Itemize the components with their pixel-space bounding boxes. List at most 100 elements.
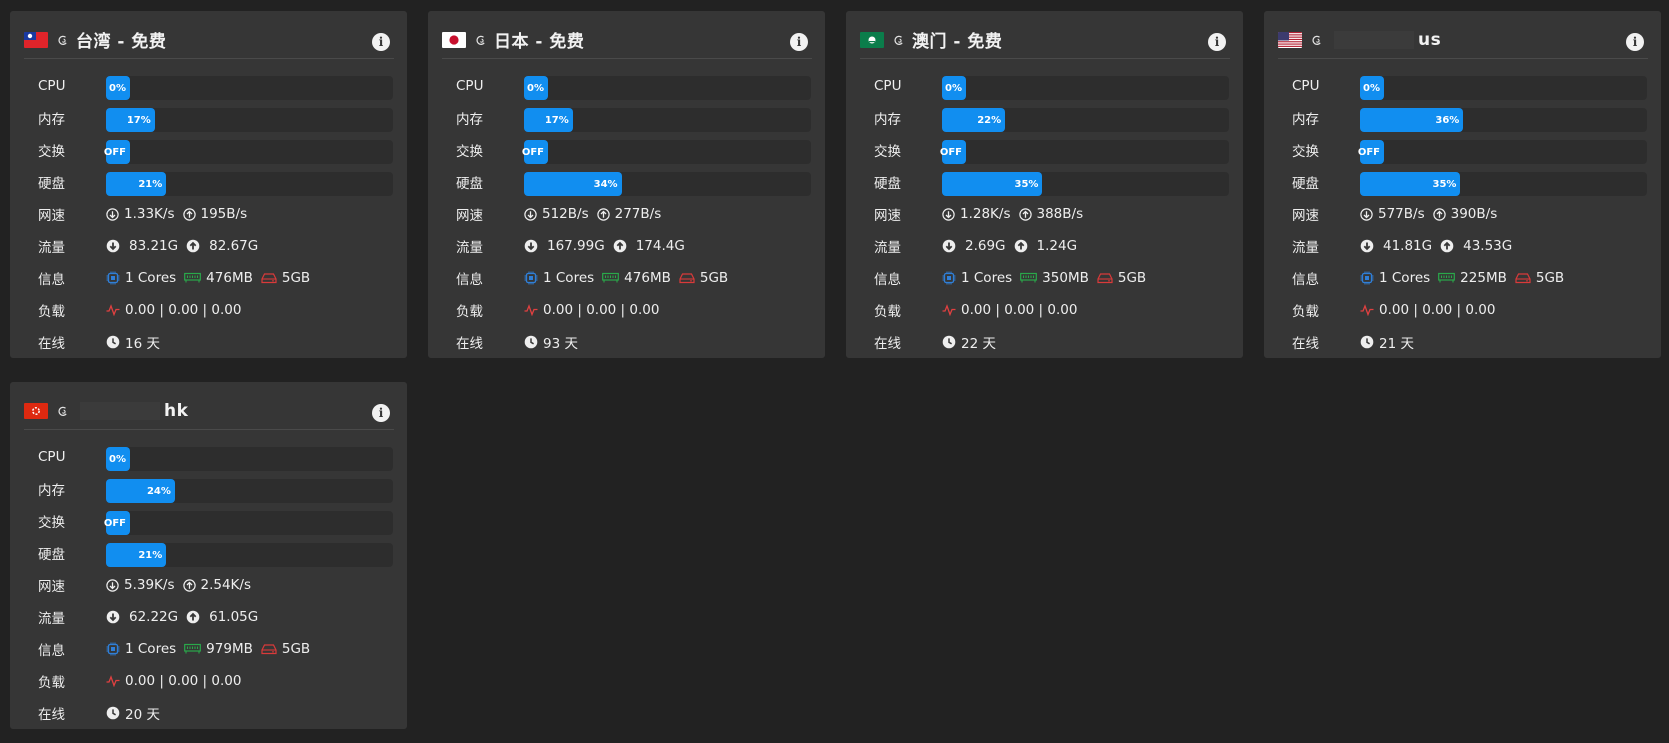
network-speed-row: 网速 1.28K/s 388B/s xyxy=(874,198,1229,230)
server-card: us i CPU 0% 内存 36% 交换 OFF 硬盘 35% 网速 577B/s 390B/s 流量 4… xyxy=(1264,11,1661,358)
swap-row: 交换 OFF xyxy=(38,134,393,166)
disk-row: 硬盘 21% xyxy=(38,537,393,569)
memory-module-icon xyxy=(602,272,620,284)
traffic-label: 流量 xyxy=(456,240,483,256)
disk-row: 硬盘 21% xyxy=(38,166,393,198)
server-card: 日本 - 免费 i CPU 0% 内存 17% 交换 OFF 硬盘 34% 网速 512B/s 277B… xyxy=(428,11,825,358)
hard-drive-icon xyxy=(261,272,277,284)
download-total: 62.22G xyxy=(129,609,179,625)
upload-speed: 2.54K/s xyxy=(200,577,252,593)
system-info-label: 信息 xyxy=(874,272,901,288)
load-average-row: 负载 0.00 | 0.00 | 0.00 xyxy=(456,294,811,326)
swap-row: 交换 OFF xyxy=(456,134,811,166)
disk-size: 5GB xyxy=(699,270,729,286)
arrow-down-circle-icon xyxy=(1360,239,1374,253)
network-speed-row: 网速 1.33K/s 195B/s xyxy=(38,198,393,230)
disk-label: 硬盘 xyxy=(874,176,901,192)
disk-size: 5GB xyxy=(1535,270,1565,286)
upload-total: 61.05G xyxy=(209,609,259,625)
swap-label: 交换 xyxy=(874,144,901,160)
system-info-label: 信息 xyxy=(456,272,483,288)
load-values: 0.00 | 0.00 | 0.00 xyxy=(961,302,1078,318)
traffic-row: 流量 2.69G 1.24G xyxy=(874,230,1229,262)
hard-drive-icon xyxy=(261,643,277,655)
uptime-value: 21 天 xyxy=(1379,336,1414,352)
hard-drive-icon xyxy=(1515,272,1531,284)
cpu-progress-bar: 0% xyxy=(524,76,811,100)
swap-progress-bar: OFF xyxy=(522,140,811,164)
redacted-name xyxy=(1334,30,1414,49)
network-speed-value: 1.28K/s 388B/s xyxy=(942,206,1083,222)
country-flag-icon xyxy=(860,31,884,48)
load-average-value: 0.00 | 0.00 | 0.00 xyxy=(942,302,1077,318)
disk-progress-fill: 35% xyxy=(942,172,1043,196)
debian-icon xyxy=(474,33,488,47)
memory-progress-bar: 17% xyxy=(106,108,393,132)
memory-row: 内存 24% xyxy=(38,473,393,505)
load-average-label: 负载 xyxy=(38,304,65,320)
info-icon[interactable]: i xyxy=(790,33,808,51)
arrow-down-circle-icon xyxy=(106,578,119,592)
uptime-row: 在线 21 天 xyxy=(1292,326,1647,358)
info-icon[interactable]: i xyxy=(372,404,390,422)
swap-label: 交换 xyxy=(38,515,65,531)
server-title: 日本 - 免费 xyxy=(494,32,585,52)
system-info-label: 信息 xyxy=(1292,272,1319,288)
arrow-down-circle-icon xyxy=(1360,207,1373,221)
cpu-label: CPU xyxy=(1292,78,1320,94)
cpu-progress-fill: 0% xyxy=(524,76,548,100)
load-values: 0.00 | 0.00 | 0.00 xyxy=(1379,302,1496,318)
arrow-down-circle-icon xyxy=(106,207,119,221)
server-title: 台湾 - 免费 xyxy=(76,32,167,52)
swap-label: 交换 xyxy=(456,144,483,160)
load-average-value: 0.00 | 0.00 | 0.00 xyxy=(106,673,241,689)
disk-progress-bar: 34% xyxy=(524,172,811,196)
load-average-row: 负载 0.00 | 0.00 | 0.00 xyxy=(38,665,393,697)
uptime-row: 在线 20 天 xyxy=(38,697,393,729)
system-info-value: 1 Cores 979MB 5GB xyxy=(106,641,310,657)
traffic-label: 流量 xyxy=(38,611,65,627)
clock-icon xyxy=(106,335,120,349)
load-average-label: 负载 xyxy=(1292,304,1319,320)
system-info-label: 信息 xyxy=(38,272,65,288)
memory-progress-fill: 17% xyxy=(524,108,573,132)
hard-drive-icon xyxy=(1097,272,1113,284)
ram-size: 476MB xyxy=(206,270,253,286)
info-icon[interactable]: i xyxy=(1208,33,1226,51)
download-speed: 577B/s xyxy=(1378,206,1425,222)
download-speed: 512B/s xyxy=(542,206,589,222)
disk-label: 硬盘 xyxy=(38,176,65,192)
load-average-value: 0.00 | 0.00 | 0.00 xyxy=(106,302,241,318)
activity-pulse-icon xyxy=(942,304,956,316)
arrow-up-circle-icon xyxy=(182,207,196,221)
network-speed-label: 网速 xyxy=(456,208,483,224)
stats-list: CPU 0% 内存 17% 交换 OFF 硬盘 21% 网速 1.33K/s 195B/s 流量 83.… xyxy=(38,70,393,358)
swap-label: 交换 xyxy=(38,144,65,160)
arrow-up-circle-icon xyxy=(613,239,627,253)
traffic-label: 流量 xyxy=(1292,240,1319,256)
country-flag-icon xyxy=(1278,31,1302,48)
upload-speed: 388B/s xyxy=(1036,206,1084,222)
arrow-up-circle-icon xyxy=(1440,239,1454,253)
cpu-progress-bar: 0% xyxy=(1360,76,1647,100)
memory-row: 内存 17% xyxy=(38,102,393,134)
disk-row: 硬盘 35% xyxy=(874,166,1229,198)
network-speed-label: 网速 xyxy=(38,208,65,224)
arrow-down-circle-icon xyxy=(942,239,956,253)
uptime-value: 20 天 xyxy=(125,707,160,723)
disk-label: 硬盘 xyxy=(1292,176,1319,192)
debian-icon xyxy=(1310,33,1324,47)
info-icon[interactable]: i xyxy=(1626,33,1644,51)
clock-icon xyxy=(524,335,538,349)
server-card: 台湾 - 免费 i CPU 0% 内存 17% 交换 OFF 硬盘 21% 网速 1.33K/s 195… xyxy=(10,11,407,358)
activity-pulse-icon xyxy=(524,304,538,316)
arrow-down-circle-icon xyxy=(524,207,537,221)
cpu-row: CPU 0% xyxy=(1292,70,1647,102)
download-speed: 1.28K/s xyxy=(960,206,1011,222)
traffic-label: 流量 xyxy=(874,240,901,256)
swap-row: 交换 OFF xyxy=(38,505,393,537)
disk-progress-fill: 34% xyxy=(524,172,622,196)
info-icon[interactable]: i xyxy=(372,33,390,51)
swap-progress-fill: OFF xyxy=(522,140,548,164)
traffic-value: 41.81G 43.53G xyxy=(1360,238,1512,254)
